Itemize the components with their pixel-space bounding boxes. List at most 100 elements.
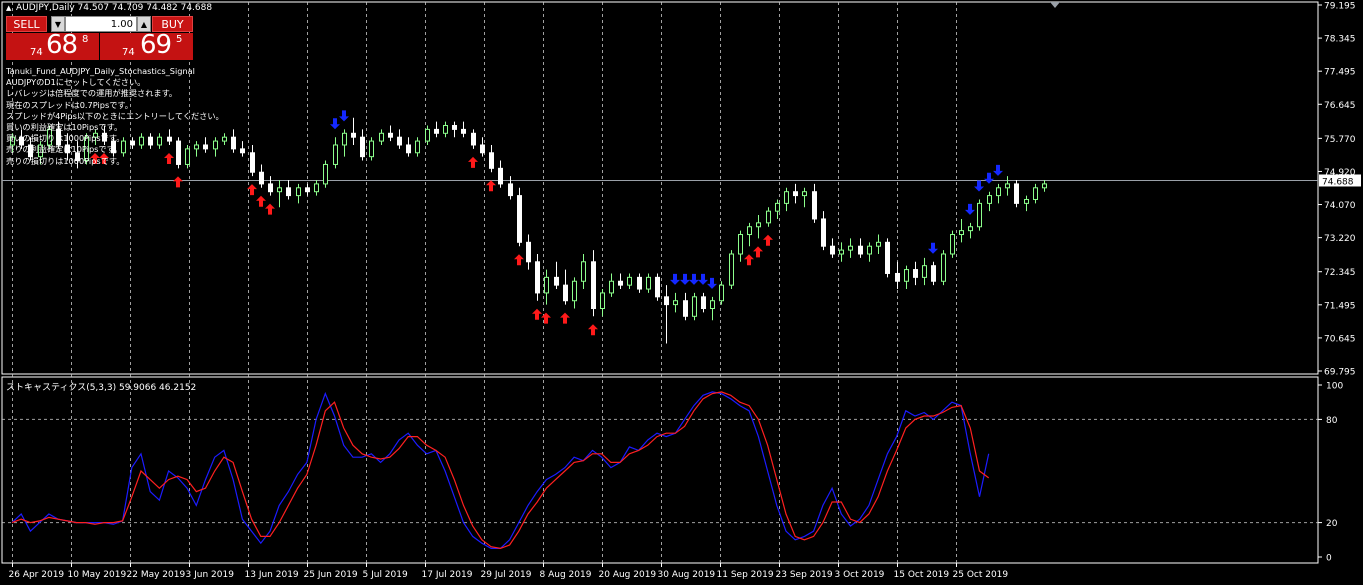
candle-body <box>775 202 780 212</box>
chart-title: AUDJPY,Daily 74.507 74.709 74.482 74.688 <box>16 3 213 13</box>
sell-signal-arrow-icon <box>670 273 680 285</box>
price-axis-label: 75.770 <box>1324 135 1356 145</box>
candle-body <box>544 276 549 294</box>
candle-body <box>369 140 374 158</box>
lot-size-input[interactable] <box>65 16 137 32</box>
buy-signal-arrow-icon <box>753 246 763 258</box>
stochastic-title: ストキャスティクス(5,3,3) 59.9066 46.2152 <box>6 383 197 393</box>
price-axis-label: 72.345 <box>1324 268 1356 278</box>
candle-body <box>987 195 992 204</box>
candle-body <box>830 245 835 255</box>
candle-body <box>895 272 900 282</box>
sell-signal-arrow-icon <box>330 118 340 130</box>
buy-signal-arrow-icon <box>532 308 542 320</box>
candle-body <box>618 280 623 286</box>
time-axis-label: 23 Sep 2019 <box>776 570 833 580</box>
info-line: 買いの利益確定は10Pipsです。 <box>6 122 123 133</box>
candle-body <box>480 144 485 154</box>
buy-signal-arrow-icon <box>560 312 570 324</box>
candle-body <box>342 132 347 146</box>
candle-body <box>250 152 255 173</box>
candle-body <box>591 261 596 310</box>
candle-body <box>277 187 282 193</box>
candle-body <box>793 191 798 197</box>
lot-decrease-icon[interactable]: ▼ <box>51 16 65 32</box>
candle-body <box>406 144 411 154</box>
stochastic-main-line <box>11 391 990 550</box>
price-axis-label: 74.070 <box>1324 201 1356 211</box>
main-pane-border <box>1 1 1319 375</box>
sell-signal-arrow-icon <box>680 273 690 285</box>
candle-body <box>701 296 706 310</box>
candle-body <box>959 230 964 236</box>
candle-body <box>609 280 614 294</box>
candle-body <box>351 132 356 138</box>
sell-signal-arrow-icon <box>984 172 994 184</box>
candle-body <box>968 226 973 232</box>
candle-body <box>581 261 586 282</box>
sell-signal-arrow-icon <box>339 110 349 122</box>
buy-price-prefix: 74 <box>122 47 135 58</box>
candle-body <box>563 284 568 302</box>
price-axis-label: 77.495 <box>1324 68 1356 78</box>
candle-body <box>286 187 291 197</box>
time-axis-label: 11 Sep 2019 <box>717 570 774 580</box>
candle-body <box>1042 183 1047 189</box>
price-axis-label: 69.795 <box>1324 368 1356 378</box>
lot-increase-icon[interactable]: ▲ <box>137 16 151 32</box>
candle-body <box>572 280 577 302</box>
candle-body <box>977 202 982 228</box>
candle-body <box>259 171 264 185</box>
buy-signal-arrow-icon <box>763 234 773 246</box>
candle-body <box>729 253 734 286</box>
info-line: AUDJPYのD1にセットしてください。 <box>6 77 146 88</box>
buy-button[interactable]: BUY <box>152 16 193 32</box>
time-axis-label: 30 Aug 2019 <box>658 570 716 580</box>
sell-price-box[interactable]: 74 68 8 <box>6 33 99 60</box>
time-axis-label: 17 Jul 2019 <box>422 570 473 580</box>
candle-body <box>913 269 918 278</box>
candle-body <box>710 300 715 310</box>
candle-body <box>931 265 936 282</box>
candle-body <box>415 140 420 154</box>
time-axis-label: 3 Jun 2019 <box>186 570 235 580</box>
sell-signal-arrow-icon <box>928 242 938 254</box>
chart-menu-triangle-icon[interactable]: ▲ <box>6 4 11 12</box>
candle-body <box>692 296 697 317</box>
time-axis-label: 5 Jul 2019 <box>363 570 408 580</box>
candle-body <box>784 191 789 204</box>
one-click-trading-panel: SELL ▼ ▲ BUY 74 68 8 74 69 5 <box>6 16 193 60</box>
candle-body <box>600 292 605 310</box>
stochastic-signal-line <box>11 391 990 550</box>
sell-signal-arrow-icon <box>993 164 1003 176</box>
time-axis-label: 3 Oct 2019 <box>835 570 885 580</box>
price-axis-label: 73.220 <box>1324 234 1356 244</box>
candle-body <box>461 128 466 134</box>
candle-body <box>296 187 301 197</box>
time-axis-label: 20 Aug 2019 <box>599 570 657 580</box>
sell-button[interactable]: SELL <box>6 16 47 32</box>
buy-signal-arrow-icon <box>744 254 754 266</box>
candle-body <box>627 276 632 286</box>
info-line: レバレッジは倍程度での運用が推奨されます。 <box>6 88 178 99</box>
info-line: 現在のスプレッドは0.7Pipsです。 <box>6 99 133 110</box>
candle-body <box>747 226 752 236</box>
time-axis-label: 25 Jun 2019 <box>304 570 358 580</box>
candle-body <box>489 152 494 169</box>
candle-body <box>323 163 328 185</box>
info-line: 売りの利益確定は10Pipsです。 <box>6 144 123 155</box>
candle-body <box>812 191 817 220</box>
candle-body <box>950 234 955 255</box>
time-axis-label: 26 Apr 2019 <box>9 570 65 580</box>
candle-body <box>554 276 559 286</box>
candle-body <box>922 265 927 278</box>
buy-price-box[interactable]: 74 69 5 <box>100 33 193 60</box>
candle-body <box>526 241 531 263</box>
info-line: 売りの損切りは1000Pipsです。 <box>6 155 125 166</box>
current-price-label: 74.688 <box>1322 177 1354 187</box>
candle-body <box>1005 183 1010 189</box>
sell-signal-arrow-icon <box>965 203 975 215</box>
time-axis-label: 13 Jun 2019 <box>245 570 299 580</box>
stochastic-axis-label: 0 <box>1326 554 1332 564</box>
buy-price-big: 69 <box>140 33 172 60</box>
